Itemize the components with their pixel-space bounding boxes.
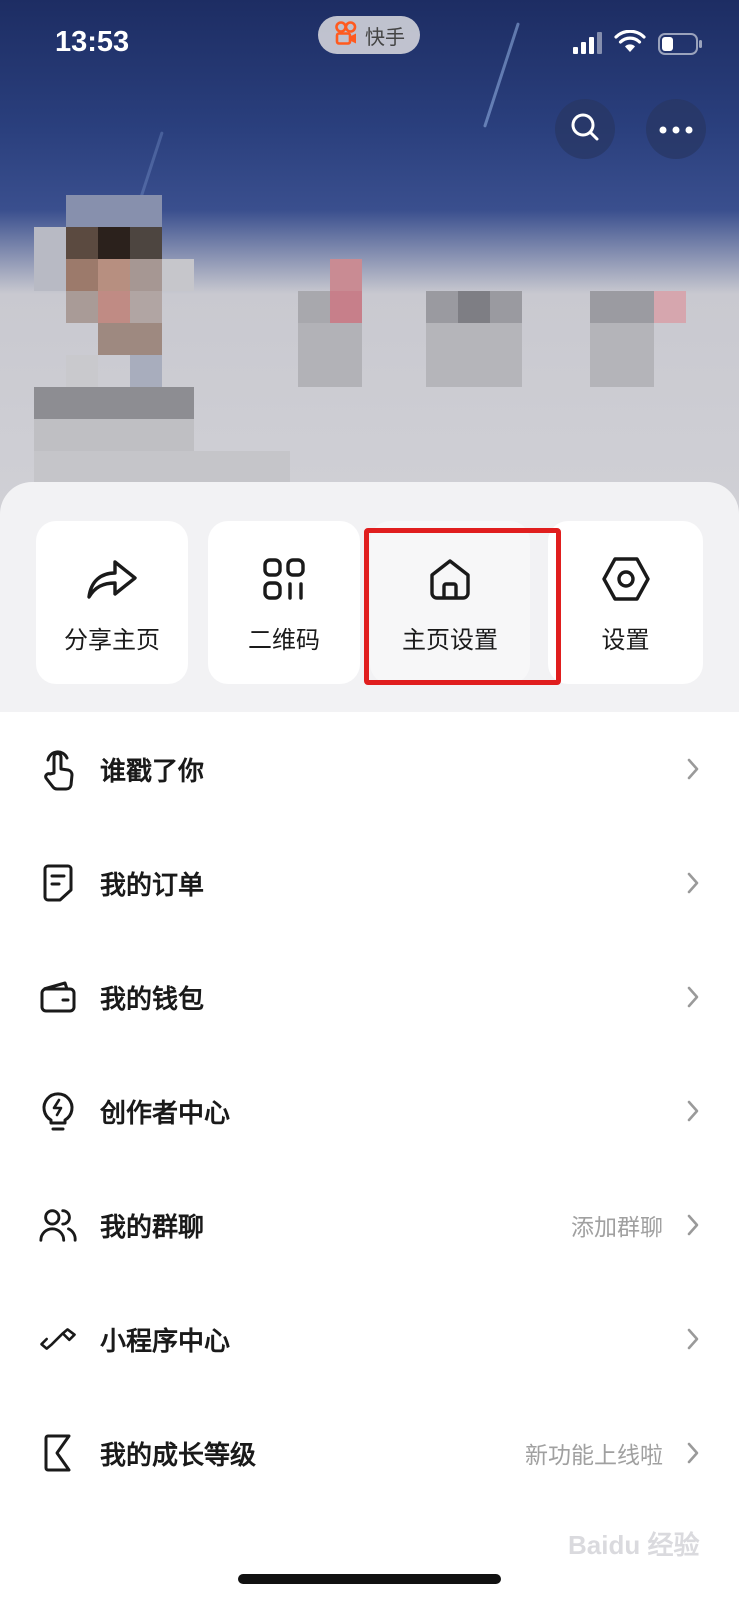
- add-group-chat-hint: 添加群聊: [571, 1215, 663, 1241]
- share-profile-label: 分享主页: [64, 626, 160, 654]
- settings-label: 设置: [601, 626, 650, 654]
- menu-item-creator-center[interactable]: 创作者中心: [0, 1054, 739, 1168]
- more-icon: [658, 120, 694, 139]
- decor-streak: [139, 131, 164, 199]
- menu-item-mini-program-center[interactable]: 小程序中心: [0, 1282, 739, 1396]
- highlight-annotation-box: [364, 528, 561, 685]
- order-doc-icon: [38, 863, 78, 903]
- more-button[interactable]: [646, 99, 706, 159]
- share-icon: [85, 554, 139, 604]
- chevron-right-icon: [681, 1441, 705, 1465]
- menu-label: 创作者中心: [100, 1098, 231, 1129]
- settings-hexagon-icon: [601, 554, 651, 604]
- menu-list: 谁戳了你 我的订单 我的钱包 创作者中心 我的群聊 添加群聊 小程序中心 我的成…: [0, 712, 739, 1510]
- home-indicator[interactable]: [238, 1574, 501, 1584]
- menu-label: 小程序中心: [100, 1326, 231, 1357]
- wifi-icon: [614, 29, 646, 58]
- wallet-icon: [38, 977, 78, 1017]
- status-bar: 13:53 快手: [0, 0, 739, 90]
- group-users-icon: [38, 1205, 78, 1245]
- new-feature-hint: 新功能上线啦: [525, 1443, 663, 1469]
- menu-item-growth-level[interactable]: 我的成长等级 新功能上线啦: [0, 1396, 739, 1510]
- menu-item-my-wallet[interactable]: 我的钱包: [0, 940, 739, 1054]
- qrcode-label: 二维码: [248, 626, 320, 654]
- chevron-right-icon: [681, 871, 705, 895]
- menu-item-who-poked-you[interactable]: 谁戳了你: [0, 712, 739, 826]
- chevron-right-icon: [681, 1099, 705, 1123]
- chevron-right-icon: [681, 757, 705, 781]
- status-time: 13:53: [55, 26, 130, 58]
- k-level-icon: [38, 1433, 78, 1473]
- cellular-signal-icon: [573, 32, 603, 58]
- settings-button[interactable]: 设置: [548, 521, 703, 684]
- lightbulb-icon: [38, 1091, 78, 1131]
- menu-item-my-group-chats[interactable]: 我的群聊 添加群聊: [0, 1168, 739, 1282]
- baidu-watermark: Baidu 经验: [568, 1530, 700, 1560]
- menu-item-my-orders[interactable]: 我的订单: [0, 826, 739, 940]
- search-icon: [569, 111, 601, 147]
- menu-label: 我的订单: [100, 870, 205, 901]
- infinity-icon: [38, 1319, 78, 1359]
- search-button[interactable]: [555, 99, 615, 159]
- chevron-right-icon: [681, 1213, 705, 1237]
- qrcode-button[interactable]: 二维码: [208, 521, 360, 684]
- menu-label: 谁戳了你: [100, 756, 205, 787]
- tap-hand-icon: [38, 749, 78, 791]
- qrcode-icon: [262, 554, 306, 604]
- kuaishou-logo-icon: [333, 20, 359, 50]
- app-indicator-pill[interactable]: 快手: [318, 16, 420, 54]
- menu-label: 我的钱包: [100, 984, 205, 1015]
- battery-icon: [658, 33, 704, 59]
- menu-label: 我的成长等级: [100, 1440, 257, 1471]
- app-name: 快手: [365, 24, 405, 49]
- chevron-right-icon: [681, 985, 705, 1009]
- share-profile-button[interactable]: 分享主页: [36, 521, 188, 684]
- chevron-right-icon: [681, 1327, 705, 1351]
- menu-label: 我的群聊: [100, 1212, 205, 1243]
